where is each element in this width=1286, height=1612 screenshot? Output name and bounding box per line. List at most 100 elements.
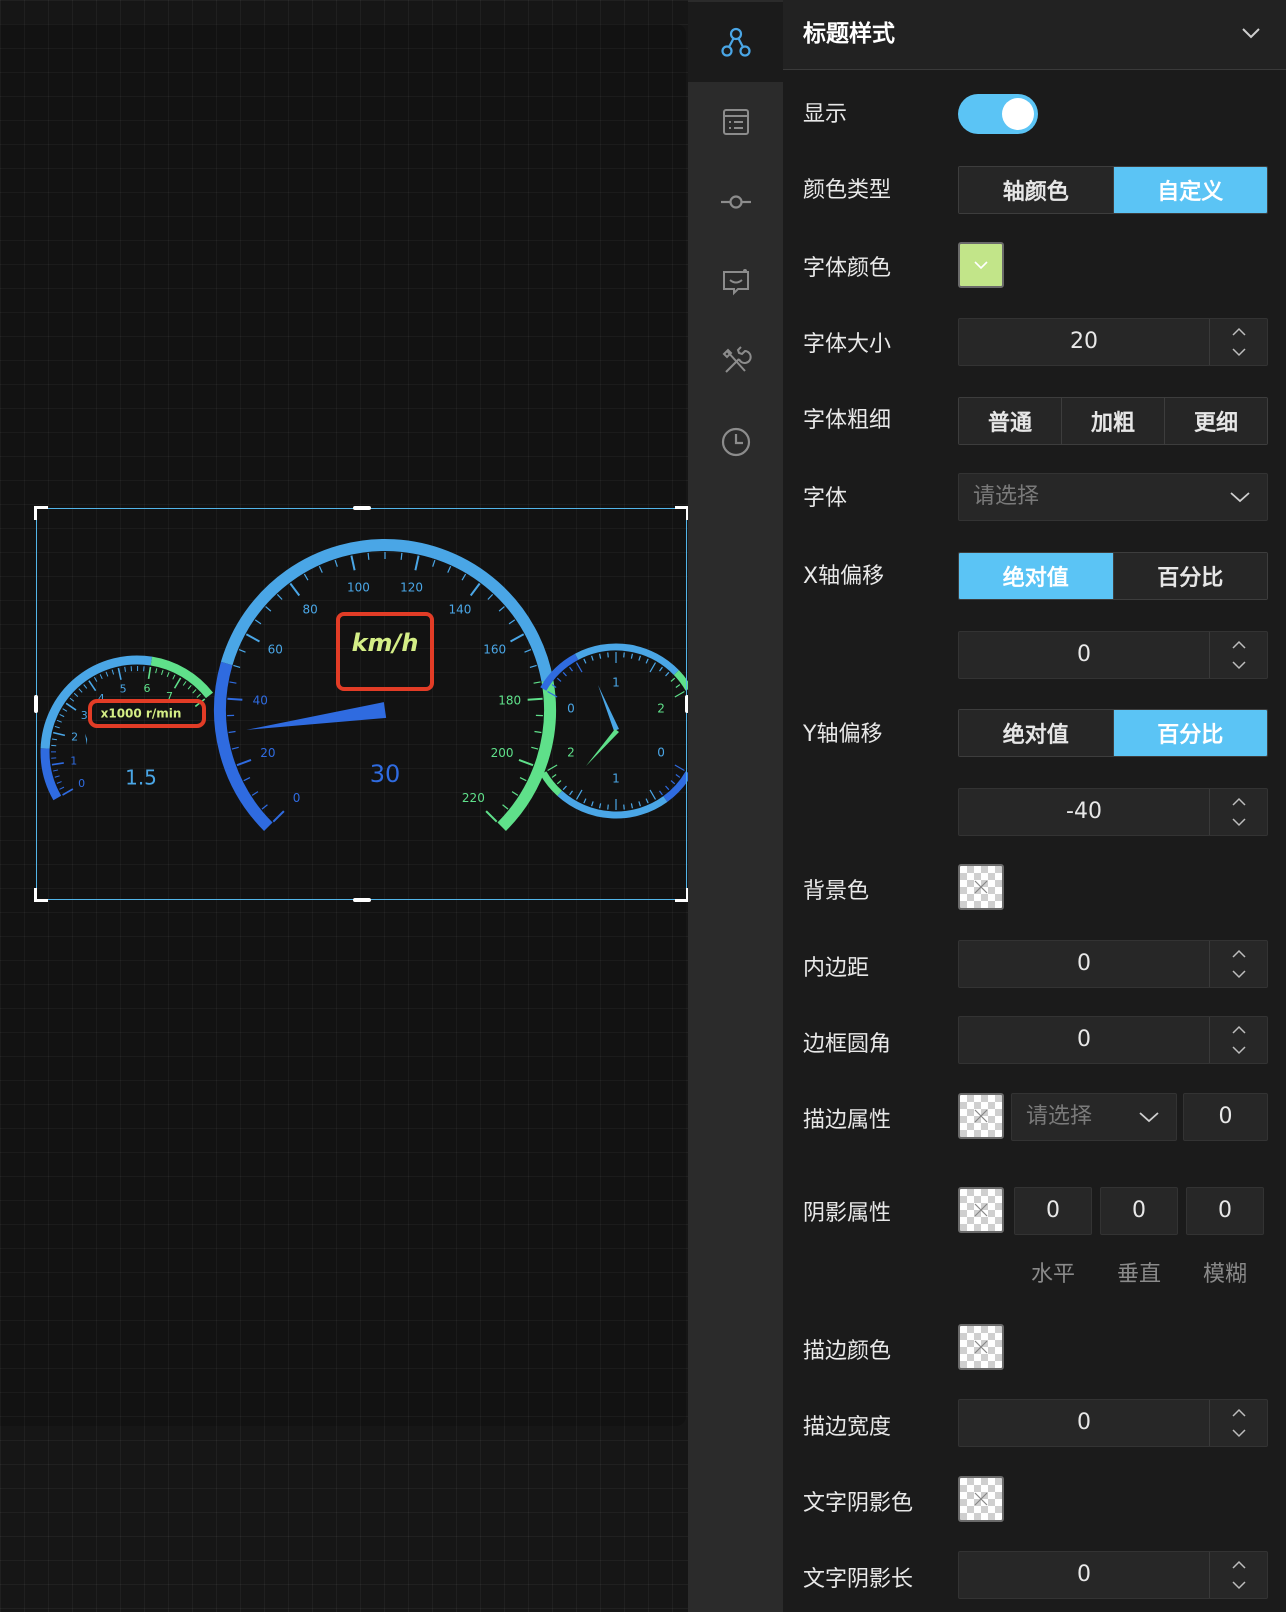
rail-item-list[interactable] [688, 82, 783, 162]
stroke-width-value[interactable]: 0 [959, 1400, 1209, 1446]
chevron-down-icon[interactable] [1231, 969, 1247, 979]
show-toggle[interactable] [958, 94, 1038, 134]
chevron-down-icon[interactable] [1231, 817, 1247, 827]
text-shadow-color-label: 文字阴影色 [803, 1491, 914, 1516]
section-header[interactable]: 标题样式 [783, 0, 1286, 70]
font-color-label: 字体颜色 [803, 256, 892, 281]
tools-icon [722, 346, 752, 373]
x-offset-value[interactable]: 0 [959, 632, 1209, 678]
shadow-attr-label: 阴影属性 [803, 1201, 892, 1226]
chevron-down-icon[interactable] [1231, 660, 1247, 670]
border-width-input[interactable]: 0 [1183, 1093, 1268, 1141]
chevron-up-icon[interactable] [1231, 949, 1247, 959]
chevron-up-icon[interactable] [1231, 1560, 1247, 1570]
section-title: 标题样式 [803, 21, 895, 47]
toggle-knob [1002, 98, 1034, 130]
stepper-buttons [1209, 632, 1267, 678]
empty-color-icon [974, 1340, 988, 1354]
chevron-down-icon[interactable] [1231, 347, 1247, 357]
bg-color-label: 背景色 [803, 879, 870, 904]
stepper-buttons [1209, 941, 1267, 987]
font-size-value[interactable]: 20 [959, 319, 1209, 365]
font-weight-label: 字体粗细 [803, 408, 892, 433]
text-shadow-length-stepper[interactable]: 0 [958, 1551, 1268, 1599]
tooltip-icon [722, 269, 749, 296]
x-offset-percent-option[interactable]: 百分比 [1113, 553, 1267, 599]
shadow-color-swatch[interactable] [958, 1187, 1004, 1233]
chevron-down-icon[interactable] [1238, 20, 1264, 46]
resize-handle-top-right[interactable] [675, 506, 689, 520]
chevron-down-icon[interactable] [1231, 1428, 1247, 1438]
resize-handle-bottom-right[interactable] [675, 888, 689, 902]
color-type-label: 颜色类型 [803, 178, 892, 203]
selection-box[interactable] [34, 506, 689, 902]
resize-handle-top[interactable] [353, 506, 371, 510]
border-attr-label: 描边属性 [803, 1108, 892, 1133]
stepper-buttons [1209, 1017, 1267, 1063]
font-weight-bold-option[interactable]: 加粗 [1062, 398, 1165, 444]
border-radius-stepper[interactable]: 0 [958, 1016, 1268, 1064]
x-offset-mode-segmented: 绝对值 百分比 [958, 552, 1268, 600]
text-shadow-length-value[interactable]: 0 [959, 1552, 1209, 1598]
x-offset-absolute-option[interactable]: 绝对值 [959, 553, 1114, 599]
rail-item-history[interactable] [688, 402, 783, 482]
resize-handle-bottom[interactable] [353, 898, 371, 902]
axis-icon [720, 195, 751, 209]
padding-stepper[interactable]: 0 [958, 940, 1268, 988]
font-size-stepper[interactable]: 20 [958, 318, 1268, 366]
font-weight-light-option[interactable]: 更细 [1165, 398, 1267, 444]
rail-item-axis[interactable] [688, 162, 783, 242]
border-style-select[interactable]: 请选择 [1011, 1093, 1177, 1141]
bg-color-swatch[interactable] [958, 864, 1004, 910]
stepper-buttons [1209, 319, 1267, 365]
y-offset-stepper[interactable]: -40 [958, 788, 1268, 836]
shadow-blur-input[interactable]: 0 [1186, 1187, 1264, 1235]
rail-item-nodes[interactable] [688, 2, 783, 82]
chevron-up-icon[interactable] [1231, 640, 1247, 650]
empty-color-icon [974, 1203, 988, 1217]
y-offset-percent-option[interactable]: 百分比 [1113, 710, 1267, 756]
stroke-color-swatch[interactable] [958, 1324, 1004, 1370]
resize-handle-bottom-left[interactable] [34, 888, 48, 902]
font-family-select[interactable]: 请选择 [958, 473, 1268, 521]
font-size-label: 字体大小 [803, 332, 892, 357]
x-offset-stepper[interactable]: 0 [958, 631, 1268, 679]
border-radius-value[interactable]: 0 [959, 1017, 1209, 1063]
color-type-axis-option[interactable]: 轴颜色 [959, 167, 1114, 213]
side-icon-rail [688, 0, 783, 1612]
design-canvas[interactable]: 0 1 2 3 4 5 6 7 1.5 x1000 r/min 0 20 40 60 80 100 120 14… [0, 0, 689, 1612]
chevron-up-icon[interactable] [1231, 327, 1247, 337]
chevron-up-icon[interactable] [1231, 797, 1247, 807]
color-type-segmented: 轴颜色 自定义 [958, 166, 1268, 214]
resize-handle-top-left[interactable] [34, 506, 48, 520]
chevron-down-icon[interactable] [1231, 1580, 1247, 1590]
stroke-width-stepper[interactable]: 0 [958, 1399, 1268, 1447]
rail-item-tooltip[interactable] [688, 242, 783, 322]
empty-color-icon [974, 880, 988, 894]
padding-label: 内边距 [803, 956, 870, 981]
shadow-horizontal-input[interactable]: 0 [1014, 1187, 1092, 1235]
stroke-width-label: 描边宽度 [803, 1415, 892, 1440]
y-offset-label: Y轴偏移 [803, 722, 883, 747]
y-offset-mode-segmented: 绝对值 百分比 [958, 709, 1268, 757]
empty-color-icon [974, 1492, 988, 1506]
x-offset-label: X轴偏移 [803, 564, 885, 589]
chevron-up-icon[interactable] [1231, 1025, 1247, 1035]
chevron-down-icon[interactable] [1231, 1045, 1247, 1055]
text-shadow-color-swatch[interactable] [958, 1476, 1004, 1522]
stroke-color-label: 描边颜色 [803, 1339, 892, 1364]
border-radius-label: 边框圆角 [803, 1032, 892, 1057]
resize-handle-left[interactable] [34, 695, 38, 713]
font-weight-normal-option[interactable]: 普通 [959, 398, 1062, 444]
rail-item-tools[interactable] [688, 322, 783, 402]
font-color-swatch[interactable] [958, 242, 1004, 288]
shadow-vertical-input[interactable]: 0 [1100, 1187, 1178, 1235]
y-offset-value[interactable]: -40 [959, 789, 1209, 835]
padding-value[interactable]: 0 [959, 941, 1209, 987]
y-offset-absolute-option[interactable]: 绝对值 [959, 710, 1114, 756]
stepper-buttons [1209, 1400, 1267, 1446]
chevron-up-icon[interactable] [1231, 1408, 1247, 1418]
property-panel: 标题样式 显示 颜色类型 轴颜色 自定义 字体颜色 字体大小 20 字体粗细 普… [783, 0, 1286, 1612]
color-type-custom-option[interactable]: 自定义 [1113, 167, 1267, 213]
border-attr-color-swatch[interactable] [958, 1093, 1004, 1139]
